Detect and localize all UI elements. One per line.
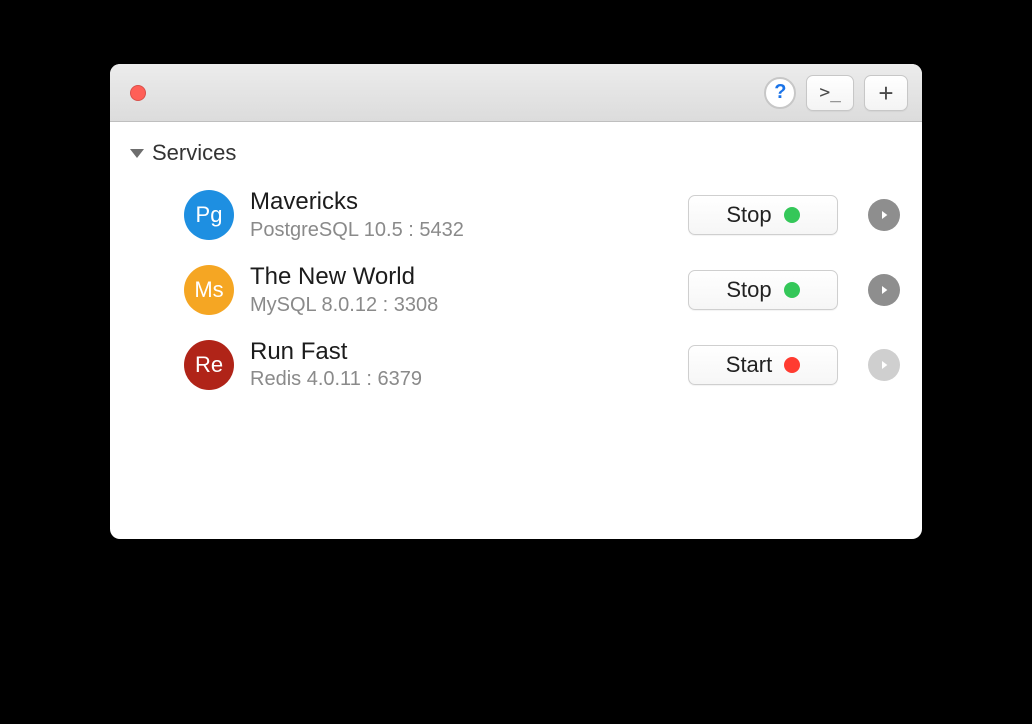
service-name: Mavericks xyxy=(250,188,672,217)
chevron-right-icon xyxy=(876,207,892,223)
service-row: Re Run FastRedis 4.0.11 : 6379 Start xyxy=(110,328,922,403)
service-row: Pg MavericksPostgreSQL 10.5 : 5432 Stop xyxy=(110,178,922,253)
open-service-button[interactable] xyxy=(868,199,900,231)
traffic-lights xyxy=(130,85,146,101)
service-list: Pg MavericksPostgreSQL 10.5 : 5432 Stop Ms T… xyxy=(110,174,922,406)
action-label: Stop xyxy=(726,202,771,228)
help-button[interactable]: ? xyxy=(764,77,796,109)
open-service-button xyxy=(868,349,900,381)
chevron-right-icon xyxy=(876,357,892,373)
service-info: Run FastRedis 4.0.11 : 6379 xyxy=(250,338,672,393)
service-badge-text: Pg xyxy=(196,202,223,228)
action-label: Start xyxy=(726,352,772,378)
service-name: The New World xyxy=(250,263,672,292)
service-meta: PostgreSQL 10.5 : 5432 xyxy=(250,217,672,243)
service-badge-text: Re xyxy=(195,352,223,378)
service-meta: Redis 4.0.11 : 6379 xyxy=(250,366,672,392)
chevron-right-icon xyxy=(876,282,892,298)
disclosure-triangle-icon xyxy=(130,149,144,158)
status-dot-icon xyxy=(784,207,800,223)
close-window-button[interactable] xyxy=(130,85,146,101)
service-info: MavericksPostgreSQL 10.5 : 5432 xyxy=(250,188,672,243)
status-dot-icon xyxy=(784,282,800,298)
service-badge: Re xyxy=(184,340,234,390)
add-service-button[interactable]: + xyxy=(864,75,908,111)
section-header[interactable]: Services xyxy=(110,130,922,174)
service-badge-text: Ms xyxy=(194,277,223,303)
plus-icon: + xyxy=(878,80,893,106)
help-icon: ? xyxy=(774,81,786,104)
terminal-button[interactable]: >_ xyxy=(806,75,854,111)
service-badge: Pg xyxy=(184,190,234,240)
stop-service-button[interactable]: Stop xyxy=(688,270,838,310)
app-window: ? >_ + Services Pg MavericksPostgreSQL 10… xyxy=(110,64,922,539)
service-name: Run Fast xyxy=(250,338,672,367)
start-service-button[interactable]: Start xyxy=(688,345,838,385)
service-info: The New WorldMySQL 8.0.12 : 3308 xyxy=(250,263,672,318)
open-service-button[interactable] xyxy=(868,274,900,306)
titlebar: ? >_ + xyxy=(110,64,922,122)
action-label: Stop xyxy=(726,277,771,303)
content-area: Services Pg MavericksPostgreSQL 10.5 : 54… xyxy=(110,122,922,539)
service-row: Ms The New WorldMySQL 8.0.12 : 3308 Stop xyxy=(110,253,922,328)
section-title: Services xyxy=(152,140,236,166)
service-meta: MySQL 8.0.12 : 3308 xyxy=(250,292,672,318)
status-dot-icon xyxy=(784,357,800,373)
terminal-icon: >_ xyxy=(819,82,841,103)
service-badge: Ms xyxy=(184,265,234,315)
stop-service-button[interactable]: Stop xyxy=(688,195,838,235)
